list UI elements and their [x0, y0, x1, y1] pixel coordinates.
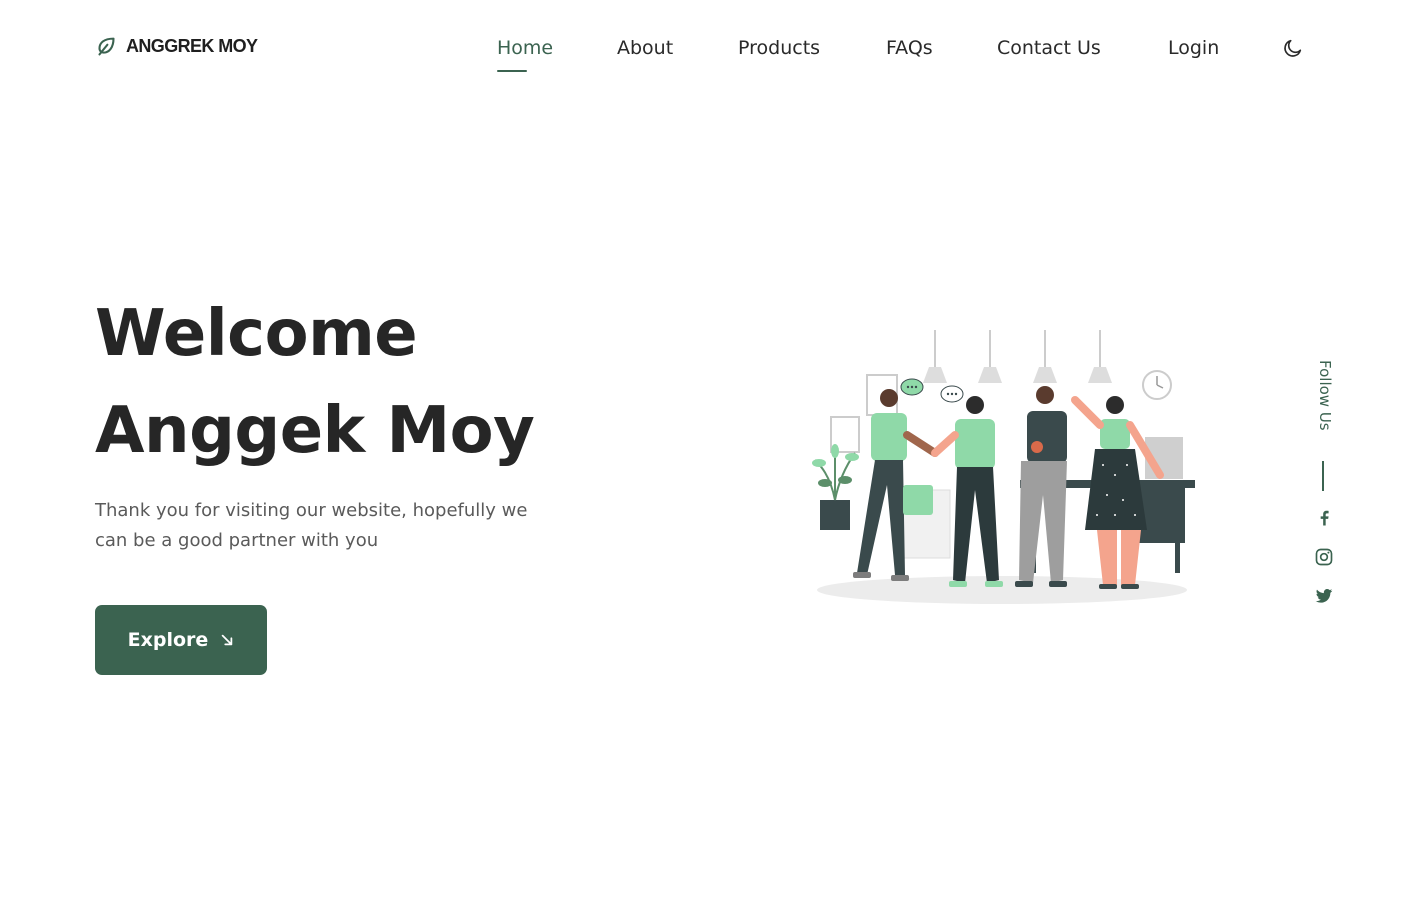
- explore-button[interactable]: Explore: [95, 605, 267, 675]
- main-nav: Home About Products FAQs Contact Us Logi…: [0, 36, 1423, 76]
- nav-link-products[interactable]: Products: [738, 36, 820, 60]
- arrow-down-right-icon: [222, 634, 233, 646]
- nav-link-label: Home: [497, 37, 554, 59]
- hero-title: Welcome Anggek Moy: [95, 286, 535, 480]
- nav-link-contact-us[interactable]: Contact Us: [997, 36, 1101, 60]
- explore-button-label: Explore: [127, 629, 209, 651]
- twitter-icon[interactable]: [1314, 586, 1334, 606]
- nav-link-faqs[interactable]: FAQs: [886, 36, 933, 60]
- moon-icon[interactable]: [1282, 37, 1304, 59]
- active-indicator: [497, 70, 527, 72]
- business-handshake-illustration: [812, 330, 1195, 604]
- social-sidebar: Follow Us: [1304, 360, 1344, 610]
- facebook-icon[interactable]: [1314, 508, 1334, 528]
- hero-description: Thank you for visiting our website, hope…: [95, 500, 528, 551]
- follow-divider: [1322, 461, 1324, 491]
- nav-link-login[interactable]: Login: [1168, 36, 1219, 60]
- hero-title-line1: Welcome: [95, 297, 418, 371]
- nav-link-about[interactable]: About: [617, 36, 673, 60]
- site-header: ANGGREK MOY Home About Products FAQs Con…: [0, 0, 1423, 96]
- hero-title-line2: Anggek Moy: [95, 394, 535, 468]
- follow-us-label: Follow Us: [1316, 360, 1334, 431]
- instagram-icon[interactable]: [1314, 547, 1334, 567]
- nav-link-home[interactable]: Home: [497, 36, 554, 72]
